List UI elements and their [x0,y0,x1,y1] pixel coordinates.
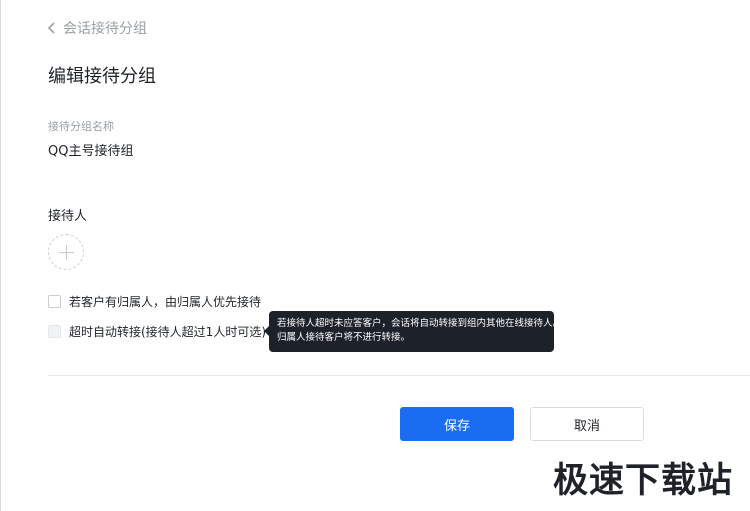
divider [48,375,750,376]
page-title: 编辑接待分组 [48,66,156,87]
auto-transfer-tooltip: 若接待人超时未应答客户，会话将自动转接到组内其他在线接待人。 归属人接待客户将不… [264,311,563,352]
back-link-label: 会话接待分组 [63,21,147,37]
tooltip-arrow [264,326,269,336]
plus-icon [59,245,74,260]
tooltip-line-1: 若接待人超时未应答客户，会话将自动转接到组内其他在线接待人。 [277,318,563,329]
receivers-label: 接待人 [48,209,88,224]
cancel-button[interactable]: 取消 [530,407,644,441]
site-watermark: 极速下载站 [553,461,734,501]
auto-transfer-checkbox [48,324,61,338]
owner-priority-option[interactable]: 若客户有归属人，由归属人优先接待 [48,292,261,310]
auto-transfer-label: 超时自动转接(接待人超过1人时可选) [69,324,266,339]
group-name-value: QQ主号接待组 [48,144,134,159]
save-button[interactable]: 保存 [400,407,514,441]
add-receiver-button[interactable] [48,234,84,270]
window-border [0,0,1,511]
chevron-left-icon [47,22,55,34]
auto-transfer-option: 超时自动转接(接待人超过1人时可选) [48,322,292,340]
group-name-label: 接待分组名称 [48,120,114,133]
owner-priority-checkbox[interactable] [48,294,61,308]
tooltip-line-2: 归属人接待客户将不进行转接。 [277,332,411,343]
back-link[interactable]: 会话接待分组 [47,18,147,38]
owner-priority-label: 若客户有归属人，由归属人优先接待 [69,294,262,309]
